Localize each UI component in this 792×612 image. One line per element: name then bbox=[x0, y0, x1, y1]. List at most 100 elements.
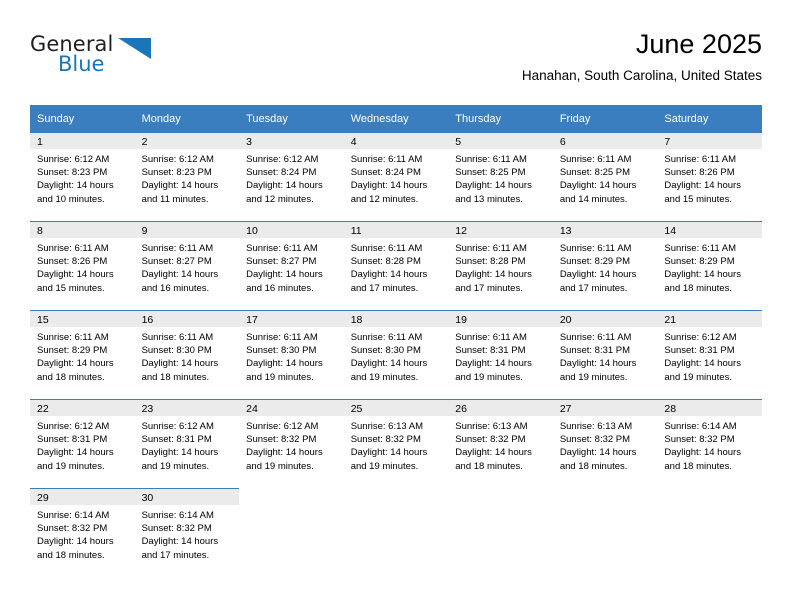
calendar-cell[interactable]: 5 Sunrise: 6:11 AM Sunset: 8:25 PM Daylight… bbox=[448, 133, 553, 222]
calendar-cell-inner: 7 Sunrise: 6:11 AM Sunset: 8:26 PM Daylight… bbox=[657, 133, 762, 221]
calendar-cell[interactable]: 6 Sunrise: 6:11 AM Sunset: 8:25 PM Daylight… bbox=[552, 133, 658, 222]
sunset-text: Sunset: 8:30 PM bbox=[141, 345, 212, 357]
calendar-cell[interactable]: 29 Sunrise: 6:14 AM Sunset: 8:32 PM Dayligh… bbox=[30, 488, 135, 577]
sunset-text: Sunset: 8:24 PM bbox=[246, 167, 317, 179]
day-number: 30 bbox=[134, 489, 240, 505]
daylight-text: Daylight: 14 hours and 19 minutes. bbox=[664, 358, 741, 383]
sunset-text: Sunset: 8:31 PM bbox=[37, 434, 108, 446]
day-details: Sunrise: 6:14 AM Sunset: 8:32 PM Daylight:… bbox=[30, 505, 135, 562]
calendar-cell[interactable]: 18 Sunrise: 6:11 AM Sunset: 8:30 PM Dayligh… bbox=[343, 310, 449, 400]
calendar-cell-inner: 22 Sunrise: 6:12 AM Sunset: 8:31 PM Dayligh… bbox=[30, 400, 135, 488]
calendar-cell[interactable]: 25 Sunrise: 6:13 AM Sunset: 8:32 PM Dayligh… bbox=[343, 399, 449, 489]
calendar-cell[interactable]: 4 Sunrise: 6:11 AM Sunset: 8:24 PM Daylight… bbox=[343, 133, 449, 222]
sunrise-text: Sunrise: 6:11 AM bbox=[350, 154, 423, 165]
day-details: Sunrise: 6:12 AM Sunset: 8:24 PM Daylight:… bbox=[239, 149, 344, 206]
sunset-text: Sunset: 8:25 PM bbox=[559, 167, 631, 179]
calendar-week-row: 15 Sunrise: 6:11 AM Sunset: 8:29 PM Dayligh… bbox=[30, 310, 762, 400]
calendar-cell[interactable]: 13 Sunrise: 6:11 AM Sunset: 8:29 PM Dayligh… bbox=[552, 221, 658, 311]
day-details: Sunrise: 6:11 AM Sunset: 8:26 PM Daylight:… bbox=[657, 149, 762, 206]
daylight-text: Daylight: 14 hours and 18 minutes. bbox=[37, 536, 114, 561]
day-details: Sunrise: 6:11 AM Sunset: 8:24 PM Daylight:… bbox=[344, 149, 449, 206]
sunset-text: Sunset: 8:29 PM bbox=[664, 256, 735, 268]
calendar-cell[interactable]: 22 Sunrise: 6:12 AM Sunset: 8:31 PM Dayligh… bbox=[30, 399, 135, 489]
page-subtitle: Hanahan, South Carolina, United States bbox=[521, 68, 762, 83]
calendar-cell-inner: 2 Sunrise: 6:12 AM Sunset: 8:23 PM Daylight… bbox=[134, 133, 240, 221]
calendar-cell-inner: 5 Sunrise: 6:11 AM Sunset: 8:25 PM Daylight… bbox=[448, 133, 553, 221]
day-number: 2 bbox=[134, 133, 240, 149]
calendar-cell[interactable]: 19 Sunrise: 6:11 AM Sunset: 8:31 PM Dayligh… bbox=[448, 310, 553, 400]
calendar-cell[interactable]: 16 Sunrise: 6:11 AM Sunset: 8:30 PM Dayligh… bbox=[134, 310, 240, 400]
daylight-text: Daylight: 14 hours and 15 minutes. bbox=[37, 269, 114, 294]
day-details: Sunrise: 6:12 AM Sunset: 8:23 PM Daylight:… bbox=[135, 149, 240, 206]
page-title: June 2025 bbox=[635, 29, 762, 59]
calendar-cell-inner: 24 Sunrise: 6:12 AM Sunset: 8:32 PM Dayligh… bbox=[239, 400, 344, 488]
calendar-cell[interactable]: 9 Sunrise: 6:11 AM Sunset: 8:27 PM Daylight… bbox=[134, 221, 240, 311]
daylight-text: Daylight: 14 hours and 11 minutes. bbox=[141, 180, 219, 205]
calendar-cell[interactable]: 27 Sunrise: 6:13 AM Sunset: 8:32 PM Dayligh… bbox=[552, 399, 658, 489]
calendar-cell[interactable]: 28 Sunrise: 6:14 AM Sunset: 8:32 PM Dayligh… bbox=[657, 399, 762, 489]
calendar-cell[interactable]: 3 Sunrise: 6:12 AM Sunset: 8:24 PM Daylight… bbox=[239, 133, 344, 222]
weekday-header-wednesday: Wednesday bbox=[343, 105, 449, 133]
daylight-text: Daylight: 14 hours and 19 minutes. bbox=[37, 447, 114, 472]
day-number: 18 bbox=[343, 311, 449, 327]
sunset-text: Sunset: 8:29 PM bbox=[559, 256, 631, 268]
sunset-text: Sunset: 8:32 PM bbox=[559, 434, 631, 446]
calendar-cell[interactable]: 11 Sunrise: 6:11 AM Sunset: 8:28 PM Dayligh… bbox=[343, 221, 449, 311]
sunrise-text: Sunrise: 6:11 AM bbox=[559, 332, 632, 343]
sunrise-text: Sunrise: 6:14 AM bbox=[664, 421, 737, 432]
calendar-cell-empty bbox=[657, 488, 762, 577]
calendar-cell[interactable]: 26 Sunrise: 6:13 AM Sunset: 8:32 PM Dayligh… bbox=[448, 399, 553, 489]
sunrise-text: Sunrise: 6:12 AM bbox=[37, 421, 110, 432]
calendar-cell[interactable]: 7 Sunrise: 6:11 AM Sunset: 8:26 PM Daylight… bbox=[657, 133, 762, 222]
calendar-cell[interactable]: 12 Sunrise: 6:11 AM Sunset: 8:28 PM Dayligh… bbox=[448, 221, 553, 311]
day-number: 15 bbox=[30, 311, 135, 327]
day-number: 16 bbox=[134, 311, 240, 327]
calendar-week-row: 8 Sunrise: 6:11 AM Sunset: 8:26 PM Daylight… bbox=[30, 221, 762, 311]
daylight-text: Daylight: 14 hours and 19 minutes. bbox=[350, 447, 428, 472]
calendar-cell-inner: 16 Sunrise: 6:11 AM Sunset: 8:30 PM Dayligh… bbox=[134, 311, 240, 399]
day-details: Sunrise: 6:12 AM Sunset: 8:32 PM Daylight:… bbox=[239, 416, 344, 473]
calendar-cell-inner: 17 Sunrise: 6:11 AM Sunset: 8:30 PM Dayligh… bbox=[239, 311, 344, 399]
calendar-cell[interactable]: 2 Sunrise: 6:12 AM Sunset: 8:23 PM Daylight… bbox=[134, 133, 240, 222]
sunrise-text: Sunrise: 6:12 AM bbox=[37, 154, 110, 165]
calendar-cell[interactable]: 1 Sunrise: 6:12 AM Sunset: 8:23 PM Daylight… bbox=[30, 133, 135, 222]
sunrise-text: Sunrise: 6:11 AM bbox=[37, 332, 109, 343]
sunset-text: Sunset: 8:27 PM bbox=[141, 256, 212, 268]
day-details: Sunrise: 6:11 AM Sunset: 8:29 PM Daylight:… bbox=[657, 238, 762, 295]
sunrise-text: Sunrise: 6:13 AM bbox=[455, 421, 528, 432]
daylight-text: Daylight: 14 hours and 17 minutes. bbox=[350, 269, 428, 294]
calendar-cell[interactable]: 8 Sunrise: 6:11 AM Sunset: 8:26 PM Daylight… bbox=[30, 221, 135, 311]
calendar-cell[interactable]: 30 Sunrise: 6:14 AM Sunset: 8:32 PM Dayligh… bbox=[134, 488, 240, 577]
calendar-cell[interactable]: 24 Sunrise: 6:12 AM Sunset: 8:32 PM Dayligh… bbox=[239, 399, 344, 489]
calendar-cell-inner: 19 Sunrise: 6:11 AM Sunset: 8:31 PM Dayligh… bbox=[448, 311, 553, 399]
calendar-cell[interactable]: 21 Sunrise: 6:12 AM Sunset: 8:31 PM Dayligh… bbox=[657, 310, 762, 400]
sunset-text: Sunset: 8:32 PM bbox=[37, 523, 108, 535]
calendar-cell[interactable]: 17 Sunrise: 6:11 AM Sunset: 8:30 PM Dayligh… bbox=[239, 310, 344, 400]
calendar-cell[interactable]: 20 Sunrise: 6:11 AM Sunset: 8:31 PM Dayligh… bbox=[552, 310, 658, 400]
calendar-cell-inner: 8 Sunrise: 6:11 AM Sunset: 8:26 PM Daylight… bbox=[30, 222, 135, 310]
calendar-cell[interactable]: 10 Sunrise: 6:11 AM Sunset: 8:27 PM Dayligh… bbox=[239, 221, 344, 311]
calendar-cell[interactable]: 14 Sunrise: 6:11 AM Sunset: 8:29 PM Dayligh… bbox=[657, 221, 762, 311]
daylight-text: Daylight: 14 hours and 18 minutes. bbox=[455, 447, 532, 472]
calendar-cell[interactable]: 23 Sunrise: 6:12 AM Sunset: 8:31 PM Dayligh… bbox=[134, 399, 240, 489]
day-details: Sunrise: 6:11 AM Sunset: 8:28 PM Daylight:… bbox=[448, 238, 553, 295]
day-details: Sunrise: 6:12 AM Sunset: 8:31 PM Daylight:… bbox=[135, 416, 240, 473]
day-details: Sunrise: 6:11 AM Sunset: 8:25 PM Daylight:… bbox=[448, 149, 553, 206]
calendar-cell-inner: 9 Sunrise: 6:11 AM Sunset: 8:27 PM Daylight… bbox=[134, 222, 240, 310]
daylight-text: Daylight: 14 hours and 17 minutes. bbox=[141, 536, 219, 561]
day-number: 24 bbox=[239, 400, 344, 416]
sunrise-text: Sunrise: 6:11 AM bbox=[141, 332, 214, 343]
calendar-cell[interactable]: 15 Sunrise: 6:11 AM Sunset: 8:29 PM Dayligh… bbox=[30, 310, 135, 400]
day-number: 20 bbox=[552, 311, 658, 327]
day-details: Sunrise: 6:11 AM Sunset: 8:28 PM Daylight:… bbox=[344, 238, 449, 295]
calendar-cell-inner: 26 Sunrise: 6:13 AM Sunset: 8:32 PM Dayligh… bbox=[448, 400, 553, 488]
daylight-text: Daylight: 14 hours and 18 minutes. bbox=[559, 447, 637, 472]
sunrise-text: Sunrise: 6:11 AM bbox=[664, 243, 737, 254]
calendar-cell-inner: 28 Sunrise: 6:14 AM Sunset: 8:32 PM Dayligh… bbox=[657, 400, 762, 488]
sunrise-text: Sunrise: 6:11 AM bbox=[350, 243, 423, 254]
day-number: 27 bbox=[552, 400, 658, 416]
day-number: 26 bbox=[448, 400, 553, 416]
day-details: Sunrise: 6:11 AM Sunset: 8:27 PM Daylight:… bbox=[239, 238, 344, 295]
daylight-text: Daylight: 14 hours and 18 minutes. bbox=[664, 447, 741, 472]
sunset-text: Sunset: 8:32 PM bbox=[664, 434, 735, 446]
